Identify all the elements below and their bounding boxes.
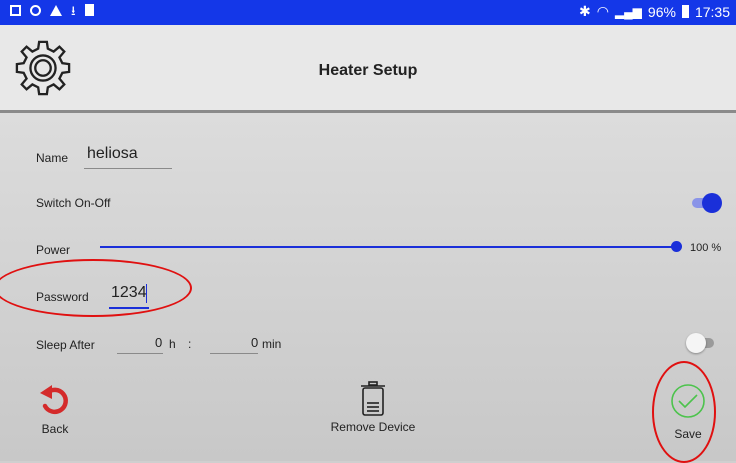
- sleep-toggle[interactable]: [686, 332, 718, 354]
- undo-icon: [40, 385, 68, 415]
- download-icon: ⭳: [71, 2, 76, 18]
- battery-icon: [681, 5, 689, 18]
- warning-icon: [50, 4, 62, 16]
- power-value: 100 %: [690, 242, 722, 254]
- back-button[interactable]: Back: [30, 383, 80, 445]
- annotation-ellipse-password: [0, 259, 192, 317]
- settings-form: Name heliosa Switch On-Off Power 100 % P…: [0, 113, 736, 463]
- name-field-underline: [84, 168, 172, 169]
- sleep-minutes-unit: min: [262, 337, 282, 351]
- signal-icon: ▂▄▆: [614, 4, 642, 19]
- sleep-hours-unit: h: [169, 337, 176, 351]
- sleep-separator: :: [188, 337, 192, 351]
- notification-icon: [10, 4, 21, 16]
- annotation-ellipse-save: [652, 361, 716, 463]
- power-label: Power: [36, 243, 71, 257]
- sleep-minutes-field[interactable]: 0: [251, 335, 258, 350]
- remove-device-button[interactable]: Remove Device: [318, 381, 428, 445]
- sync-icon: [30, 4, 41, 16]
- sleep-thumb: [686, 333, 706, 353]
- switch-toggle[interactable]: [690, 192, 722, 214]
- status-bar-system: ✱ ◠ ▂▄▆ 96% 17:35: [579, 3, 730, 20]
- sleep-hours-field[interactable]: 0: [155, 335, 162, 350]
- wifi-icon: ◠: [596, 3, 609, 19]
- switch-label: Switch On-Off: [36, 196, 111, 210]
- power-slider-thumb[interactable]: [671, 241, 682, 252]
- switch-thumb: [702, 193, 722, 213]
- remove-device-label: Remove Device: [330, 420, 416, 434]
- status-bar: ⭳ ✱ ◠ ▂▄▆ 96% 17:35: [0, 0, 736, 25]
- sleep-minutes-underline: [210, 353, 258, 354]
- trash-icon: [361, 381, 385, 416]
- bluetooth-icon: ✱: [579, 3, 591, 19]
- name-field[interactable]: heliosa: [87, 145, 138, 163]
- power-slider-track[interactable]: [100, 246, 676, 248]
- sleep-label: Sleep After: [36, 338, 95, 352]
- status-bar-notifications: ⭳: [10, 2, 94, 18]
- sd-card-icon: [84, 4, 94, 16]
- clock: 17:35: [694, 3, 730, 20]
- sleep-hours-underline: [117, 353, 163, 354]
- app-bar: Heater Setup: [0, 25, 736, 113]
- page-title: Heater Setup: [318, 62, 418, 79]
- name-label: Name: [36, 151, 69, 165]
- back-label: Back: [41, 422, 69, 436]
- battery-level: 96%: [647, 3, 676, 20]
